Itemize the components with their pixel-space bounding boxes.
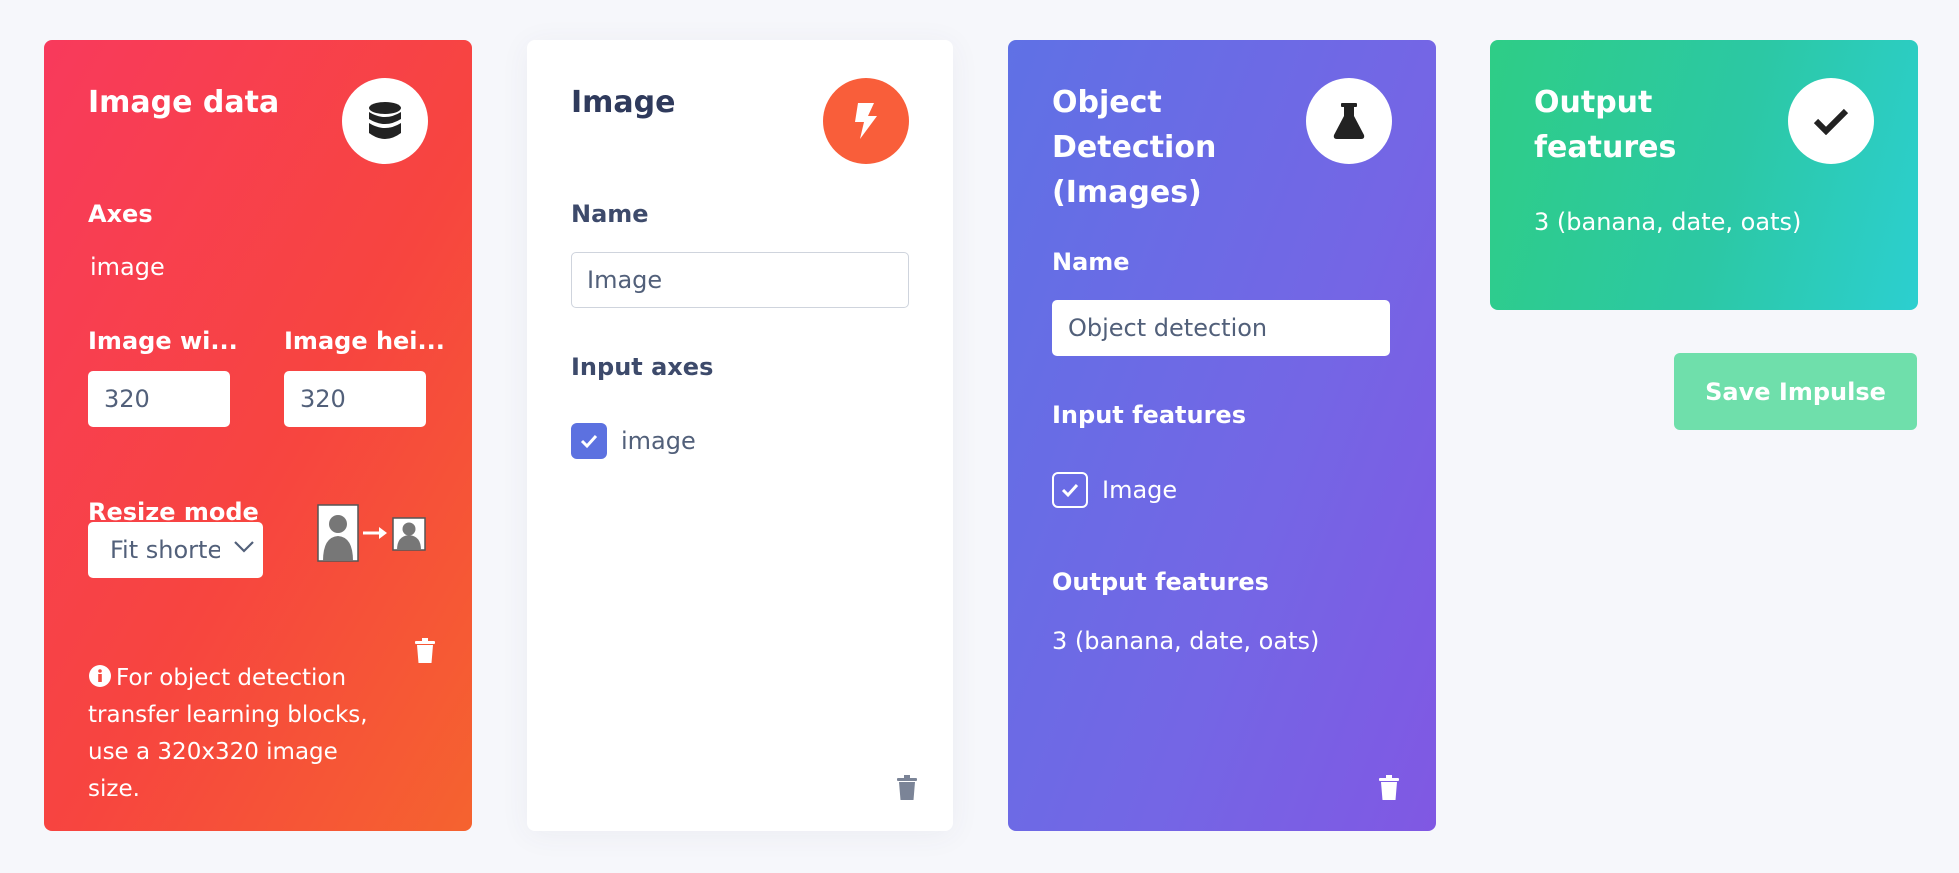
check-icon [1788, 78, 1874, 164]
axis-image-checkbox[interactable] [571, 423, 607, 459]
learning-name-label: Name [1052, 248, 1130, 276]
input-feature-image-checkbox[interactable] [1052, 472, 1088, 508]
resize-mode-select[interactable]: Fit shorte [88, 522, 263, 578]
save-impulse-button[interactable]: Save Impulse [1674, 353, 1917, 430]
learning-name-input[interactable] [1052, 300, 1390, 356]
image-width-input[interactable] [88, 371, 230, 427]
learning-output-features-label: Output features [1052, 568, 1269, 596]
database-icon [342, 78, 428, 164]
check-icon [580, 434, 598, 449]
input-feature-image-label: Image [1102, 476, 1178, 504]
image-height-input[interactable] [284, 371, 426, 427]
delete-block-trash-icon[interactable] [414, 638, 436, 664]
axis-checkbox-row[interactable]: image [571, 423, 696, 459]
info-text: For object detection transfer learning b… [88, 665, 368, 802]
image-data-block: Image data Axes image Image wi... Image … [44, 40, 472, 831]
delete-block-trash-icon[interactable] [1378, 775, 1400, 801]
check-icon [1061, 483, 1079, 498]
resize-illustration-icon [317, 504, 426, 562]
input-features-label: Input features [1052, 401, 1246, 429]
axes-label: Axes [88, 200, 153, 228]
processing-name-label: Name [571, 200, 649, 228]
chevron-down-icon [234, 541, 254, 553]
axis-image-label: image [621, 427, 696, 455]
processing-block: Image Name Input axes image [527, 40, 953, 831]
resize-mode-value: Fit shorte [110, 536, 220, 564]
axes-value: image [90, 253, 165, 281]
input-feature-row[interactable]: Image [1052, 472, 1177, 508]
learning-block: Object Detection (Images) Name Input fea… [1008, 40, 1436, 831]
lightning-icon [823, 78, 909, 164]
output-block: Output features 3 (banana, date, oats) [1490, 40, 1918, 310]
info-note: For object detection transfer learning b… [88, 660, 388, 808]
learning-title-line: (Images) [1052, 175, 1202, 210]
input-axes-label: Input axes [571, 353, 714, 381]
info-icon [89, 665, 111, 687]
learning-output-features-value: 3 (banana, date, oats) [1052, 627, 1320, 655]
output-features-value: 3 (banana, date, oats) [1534, 208, 1802, 236]
image-height-label: Image hei... [284, 327, 445, 355]
image-width-label: Image wi... [88, 327, 238, 355]
delete-block-trash-icon[interactable] [896, 775, 918, 801]
processing-name-input[interactable] [571, 252, 909, 308]
flask-icon [1306, 78, 1392, 164]
